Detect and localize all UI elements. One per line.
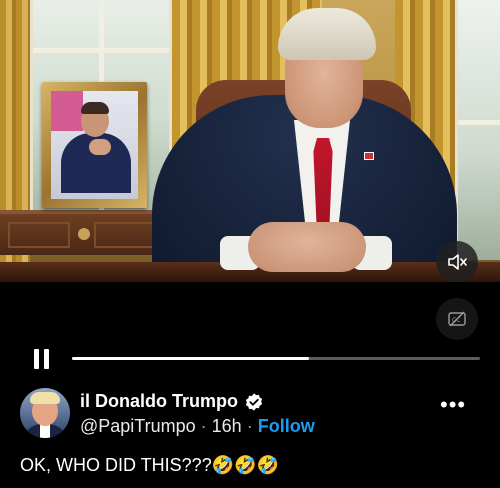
separator: · <box>246 416 253 436</box>
avatar-hair <box>30 392 60 404</box>
volume-button[interactable] <box>436 241 478 282</box>
credenza-panel <box>8 222 70 248</box>
clasped-hands <box>248 222 366 272</box>
tweet-body: OK, WHO DID THIS??? <box>20 455 212 475</box>
window <box>455 0 500 260</box>
captions-button[interactable]: CC <box>436 298 478 340</box>
emoji: 🤣🤣🤣 <box>211 455 279 476</box>
more-options-button[interactable]: ••• <box>440 394 466 416</box>
flag-pin <box>364 152 374 160</box>
pause-button[interactable] <box>34 349 54 369</box>
heart-hands <box>89 139 111 155</box>
pause-icon <box>34 349 39 369</box>
pause-icon <box>44 349 49 369</box>
framed-photo <box>51 91 138 199</box>
credenza-panel <box>94 222 156 248</box>
verified-badge-icon <box>245 392 263 411</box>
tweet-text: OK, WHO DID THIS???🤣🤣🤣 <box>20 455 279 476</box>
avatar-shirt <box>40 424 50 438</box>
picture-frame <box>42 82 147 208</box>
avatar[interactable] <box>20 388 70 438</box>
follow-button[interactable]: Follow <box>258 416 315 437</box>
progress-fill <box>72 357 309 360</box>
photo-person-hair <box>81 102 109 114</box>
display-name[interactable]: il Donaldo Trumpo <box>80 391 238 412</box>
progress-bar[interactable] <box>72 357 480 360</box>
credenza <box>0 210 160 255</box>
handle-row: @PapiTrumpo · 16h · Follow <box>80 416 315 437</box>
photo-accent <box>51 91 83 131</box>
separator: · <box>200 416 207 436</box>
timestamp[interactable]: 16h <box>212 416 242 437</box>
captions-off-icon: CC <box>448 311 466 327</box>
author-name-row[interactable]: il Donaldo Trumpo <box>80 391 264 412</box>
handle[interactable]: @PapiTrumpo <box>80 416 196 437</box>
hair <box>278 8 376 60</box>
speaker-muted-icon <box>448 254 467 270</box>
video-player[interactable] <box>0 0 500 282</box>
credenza-knob <box>78 228 90 240</box>
